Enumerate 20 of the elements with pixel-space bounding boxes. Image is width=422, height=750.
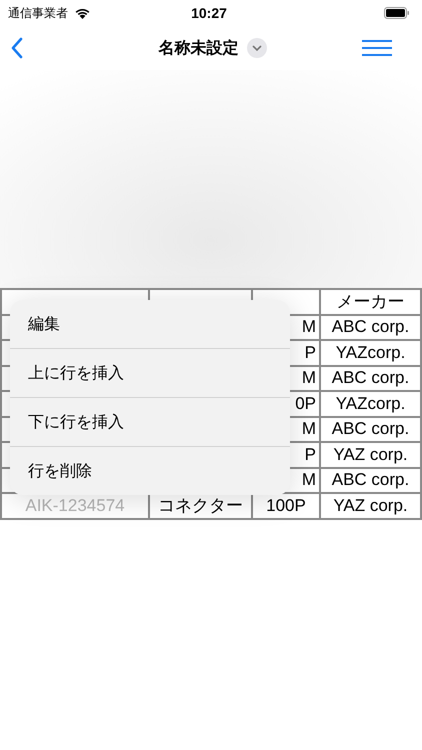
table-cell: YAZ corp. [320,493,421,518]
back-icon[interactable] [10,37,24,59]
table-cell: ABC corp. [320,468,421,493]
menu-item[interactable]: 上に行を挿入 [10,348,290,397]
column-header: メーカー [320,289,421,314]
document-title[interactable]: 名称未設定 [158,38,238,58]
menu-icon[interactable] [361,39,393,57]
table-cell: ABC corp. [320,416,421,442]
menu-item[interactable]: 下に行を挿入 [10,397,290,446]
table-cell: YAZcorp. [320,340,421,366]
table-cell: ABC corp. [320,366,421,391]
table-cell: ABC corp. [320,314,421,340]
table-cell: YAZ corp. [320,442,421,468]
menu-item[interactable]: 行を削除 [10,446,290,495]
table-cell: YAZcorp. [320,391,421,416]
carrier-name: 通信事業者 [8,4,68,22]
chevron-down-icon[interactable] [246,38,266,58]
battery-icon [384,7,410,19]
wifi-icon [74,7,91,19]
status-time: 10:27 [191,5,227,21]
